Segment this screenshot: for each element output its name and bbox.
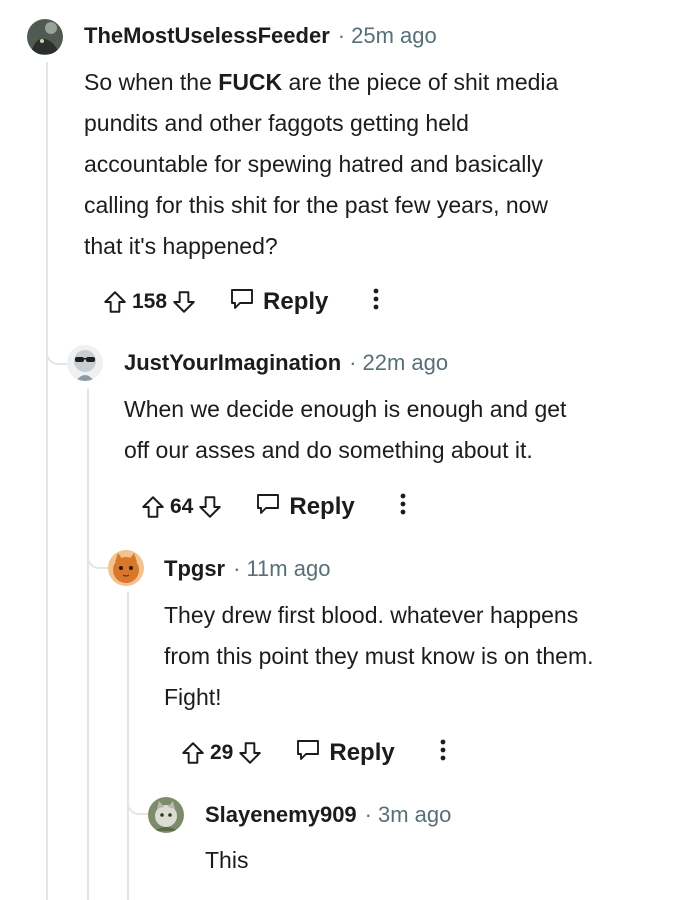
- timestamp[interactable]: 22m ago: [363, 350, 449, 375]
- comment-body: When we decide enough is enough and get …: [124, 389, 566, 471]
- comment-meta: Slayenemy909 · 3m ago: [205, 800, 451, 830]
- avatar[interactable]: [108, 550, 144, 586]
- body-bold-text: FUCK: [218, 69, 283, 95]
- more-icon: [440, 739, 446, 767]
- more-options-button[interactable]: [364, 284, 388, 320]
- downvote-icon[interactable]: [195, 489, 225, 525]
- avatar[interactable]: [67, 345, 103, 381]
- username[interactable]: TheMostUselessFeeder: [84, 23, 330, 48]
- reply-icon: [255, 492, 289, 523]
- downvote-icon[interactable]: [169, 284, 199, 320]
- thread-branch: [87, 553, 109, 569]
- body-line: pundits and other faggots getting held: [84, 110, 469, 136]
- vote-count: 29: [210, 741, 234, 764]
- reply-label: Reply: [289, 493, 355, 520]
- body-text: So when the: [84, 69, 219, 95]
- comment-actions: 29 Reply: [178, 735, 455, 771]
- body-line: off our asses and do something about it.: [124, 437, 533, 463]
- reply-button[interactable]: Reply: [255, 492, 355, 523]
- body-text: are the piece of shit media: [282, 69, 559, 95]
- comment-meta: TheMostUselessFeeder · 25m ago: [84, 21, 437, 51]
- avatar[interactable]: [27, 19, 63, 55]
- timestamp[interactable]: 25m ago: [351, 23, 437, 48]
- meta-separator: ·: [349, 350, 357, 375]
- body-line: They drew first blood. whatever happens: [164, 602, 579, 628]
- body-line: that it's happened?: [84, 233, 278, 259]
- username[interactable]: Tpgsr: [164, 556, 225, 581]
- username[interactable]: Slayenemy909: [205, 802, 357, 827]
- comment-actions: 158 Reply: [100, 284, 388, 320]
- vote-count: 158: [132, 290, 168, 313]
- meta-separator: ·: [337, 23, 346, 48]
- username[interactable]: JustYourImagination: [124, 350, 341, 375]
- reply-label: Reply: [263, 288, 329, 315]
- upvote-icon[interactable]: [100, 284, 130, 320]
- thread-line-level-0[interactable]: [46, 62, 48, 900]
- comment-actions: 64 Reply: [138, 489, 415, 525]
- timestamp[interactable]: 11m ago: [246, 556, 330, 581]
- reply-label: Reply: [329, 739, 395, 766]
- thread-line-level-2[interactable]: [127, 592, 129, 900]
- more-options-button[interactable]: [431, 735, 455, 771]
- meta-separator: ·: [364, 802, 372, 827]
- body-line: Fight!: [164, 684, 222, 710]
- more-icon: [373, 288, 379, 316]
- thread-line-level-1[interactable]: [87, 388, 89, 900]
- comment-body: So when the FUCK are the piece of shit m…: [84, 62, 558, 267]
- body-line: So when the FUCK are the piece of shit m…: [84, 62, 558, 103]
- reply-icon: [229, 287, 263, 318]
- downvote-icon[interactable]: [235, 735, 265, 771]
- body-line: calling for this shit for the past few y…: [84, 192, 549, 218]
- more-icon: [400, 493, 406, 521]
- reply-button[interactable]: Reply: [295, 738, 395, 769]
- comment-meta: JustYourImagination · 22m ago: [124, 348, 448, 378]
- comment-body: They drew first blood. whatever happens …: [164, 595, 594, 718]
- timestamp[interactable]: 3m ago: [378, 802, 451, 827]
- vote-count: 64: [170, 495, 194, 518]
- thread-branch: [127, 799, 149, 815]
- more-options-button[interactable]: [391, 489, 415, 525]
- meta-separator: ·: [233, 556, 241, 581]
- reply-button[interactable]: Reply: [229, 287, 328, 318]
- upvote-icon[interactable]: [178, 735, 208, 771]
- avatar[interactable]: [148, 797, 184, 833]
- body-line: accountable for spewing hatred and basic…: [84, 151, 544, 177]
- body-line: This: [205, 847, 249, 873]
- body-line: from this point they must know is on the…: [164, 643, 594, 669]
- body-line: When we decide enough is enough and get: [124, 396, 567, 422]
- comment-meta: Tpgsr · 11m ago: [164, 554, 330, 584]
- upvote-icon[interactable]: [138, 489, 168, 525]
- thread-branch: [46, 349, 68, 365]
- reply-icon: [295, 738, 329, 769]
- comment-body: This: [205, 840, 248, 881]
